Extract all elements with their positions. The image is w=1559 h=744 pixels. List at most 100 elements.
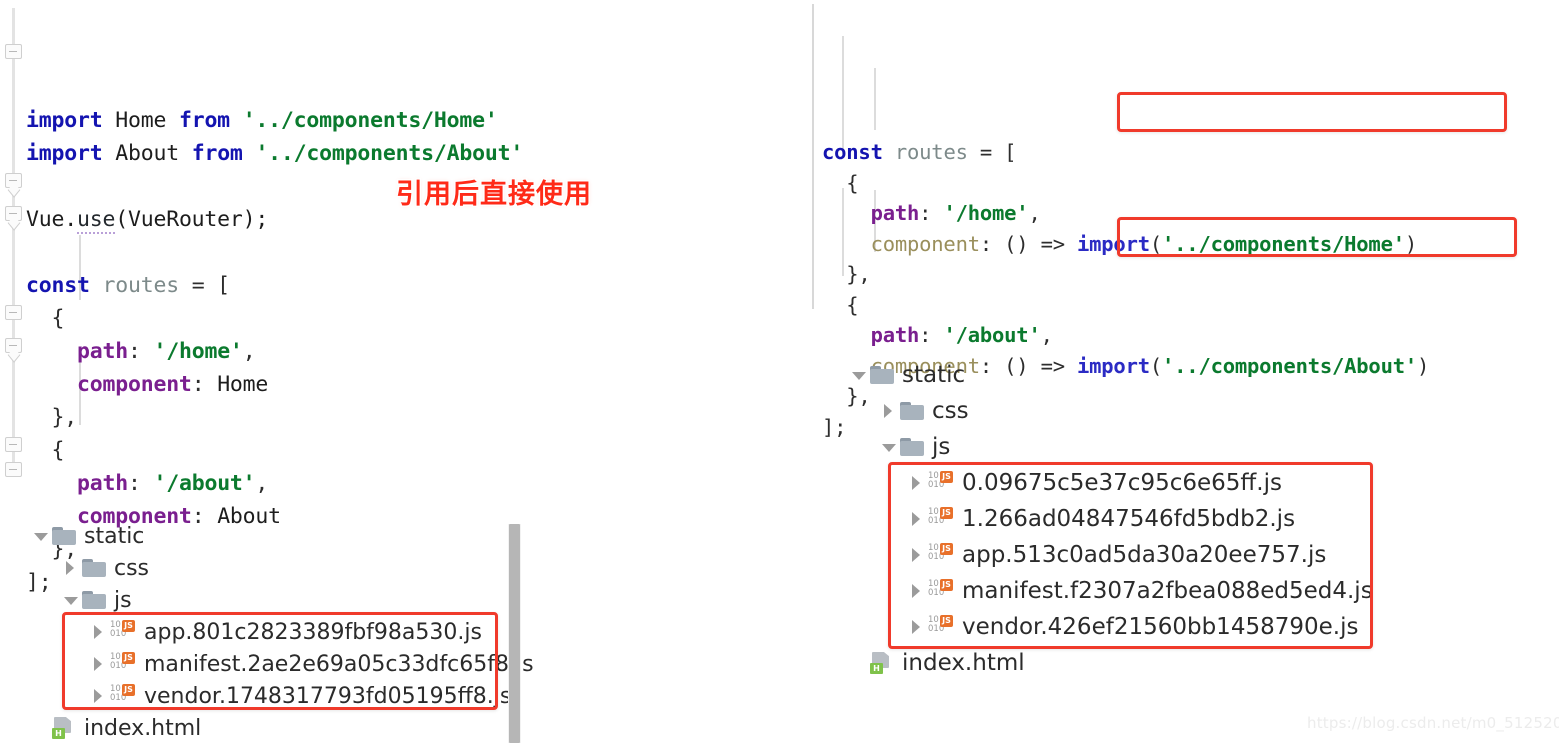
code-token: const <box>26 273 90 298</box>
code-line: component: Home <box>26 368 790 401</box>
code-token: path <box>76 471 128 496</box>
tree-item-label: index.html <box>902 650 1025 676</box>
code-line: { <box>26 302 790 335</box>
code-token: }, <box>26 405 77 430</box>
tree-row[interactable]: css <box>14 552 534 584</box>
code-token: '/home' <box>943 201 1029 225</box>
code-token: : <box>919 323 944 347</box>
annotation-label: 引用后直接使用 <box>396 179 592 210</box>
folder-icon <box>82 590 106 610</box>
code-token: '/about' <box>943 323 1041 347</box>
tree-row[interactable]: static <box>832 357 1373 393</box>
tree-item-label: css <box>114 555 150 581</box>
tree-item-label: static <box>84 523 145 549</box>
code-token: = [ <box>178 273 230 298</box>
code-token: '/about' <box>153 471 256 496</box>
tree-item-label: js <box>932 434 951 460</box>
fold-marker-imports[interactable] <box>5 44 22 59</box>
code-token: use <box>76 207 116 234</box>
chevron-right-icon[interactable] <box>60 557 82 579</box>
folder-icon <box>900 401 924 421</box>
code-token: : <box>919 201 944 225</box>
code-token: component <box>870 231 980 256</box>
code-line: import About from '../components/About' <box>26 137 790 170</box>
code-line: }, <box>26 401 790 434</box>
chevron-down-icon[interactable] <box>30 525 52 547</box>
code-token: routes <box>894 140 968 164</box>
code-token: { <box>26 306 65 331</box>
code-token: ) <box>1417 353 1430 378</box>
code-token: Vue. <box>26 207 77 232</box>
tree-item-label: js <box>114 587 132 613</box>
highlight-box-right-js-files <box>888 462 1373 649</box>
chevron-down-icon[interactable] <box>60 589 82 611</box>
folder-icon <box>52 526 76 546</box>
code-token: path <box>870 201 920 225</box>
tree-row[interactable]: static <box>14 520 534 552</box>
left-tree-scrollbar[interactable] <box>508 524 521 743</box>
code-line: { <box>822 290 1559 321</box>
code-line: path: '/about', <box>822 320 1559 351</box>
code-line: import Home from '../components/Home' <box>26 104 790 137</box>
code-token: routes <box>102 273 179 298</box>
chevron-down-icon[interactable] <box>878 436 900 458</box>
tree-row[interactable]: css <box>832 393 1373 429</box>
code-token: : () => <box>979 231 1077 256</box>
code-token: from <box>178 108 230 133</box>
code-token: component <box>76 372 192 397</box>
code-token: from <box>191 141 243 166</box>
right-indent-guide-3 <box>874 68 876 130</box>
folder-icon <box>900 437 924 457</box>
code-token: About <box>115 141 179 166</box>
code-token: , <box>255 471 269 496</box>
code-line: { <box>26 434 790 467</box>
tree-item-label: static <box>902 362 966 388</box>
code-line: path: '/about', <box>26 467 790 500</box>
html-file-icon: H <box>52 717 76 739</box>
code-token: path <box>76 339 128 364</box>
code-token: }, <box>822 262 871 286</box>
code-token: Home <box>115 108 167 133</box>
tree-row[interactable]: js <box>832 429 1373 465</box>
tree-row[interactable]: Hindex.html <box>832 645 1373 681</box>
code-line: path: '/home', <box>26 335 790 368</box>
tree-item-label: css <box>932 398 969 424</box>
code-token: import <box>26 108 116 133</box>
code-token: , <box>242 339 256 364</box>
code-token: import <box>26 141 116 166</box>
html-file-icon: H <box>870 652 894 674</box>
chevron-down-icon[interactable] <box>848 364 870 386</box>
code-token: '/home' <box>153 339 243 364</box>
code-line: }, <box>822 259 1559 290</box>
code-token: Home <box>217 372 269 397</box>
code-token: const <box>822 140 883 164</box>
tree-item-label: index.html <box>84 715 202 741</box>
highlight-box-import-home <box>1117 92 1507 132</box>
highlight-box-import-about <box>1117 217 1517 257</box>
tree-row[interactable]: Hindex.html <box>14 712 534 744</box>
folder-icon <box>82 558 106 578</box>
code-line: { <box>822 168 1559 199</box>
code-token: { <box>822 170 859 195</box>
scrollbar-thumb[interactable] <box>509 524 520 743</box>
code-token: { <box>822 292 859 317</box>
code-token: , <box>1040 323 1053 347</box>
code-token: (VueRouter); <box>115 207 269 232</box>
code-token: : <box>191 372 218 397</box>
code-token: '../components/Home' <box>242 108 498 133</box>
code-token: : <box>127 339 154 364</box>
highlight-box-left-js-files <box>62 612 498 710</box>
chevron-right-icon[interactable] <box>878 400 900 422</box>
code-token: { <box>26 438 65 463</box>
